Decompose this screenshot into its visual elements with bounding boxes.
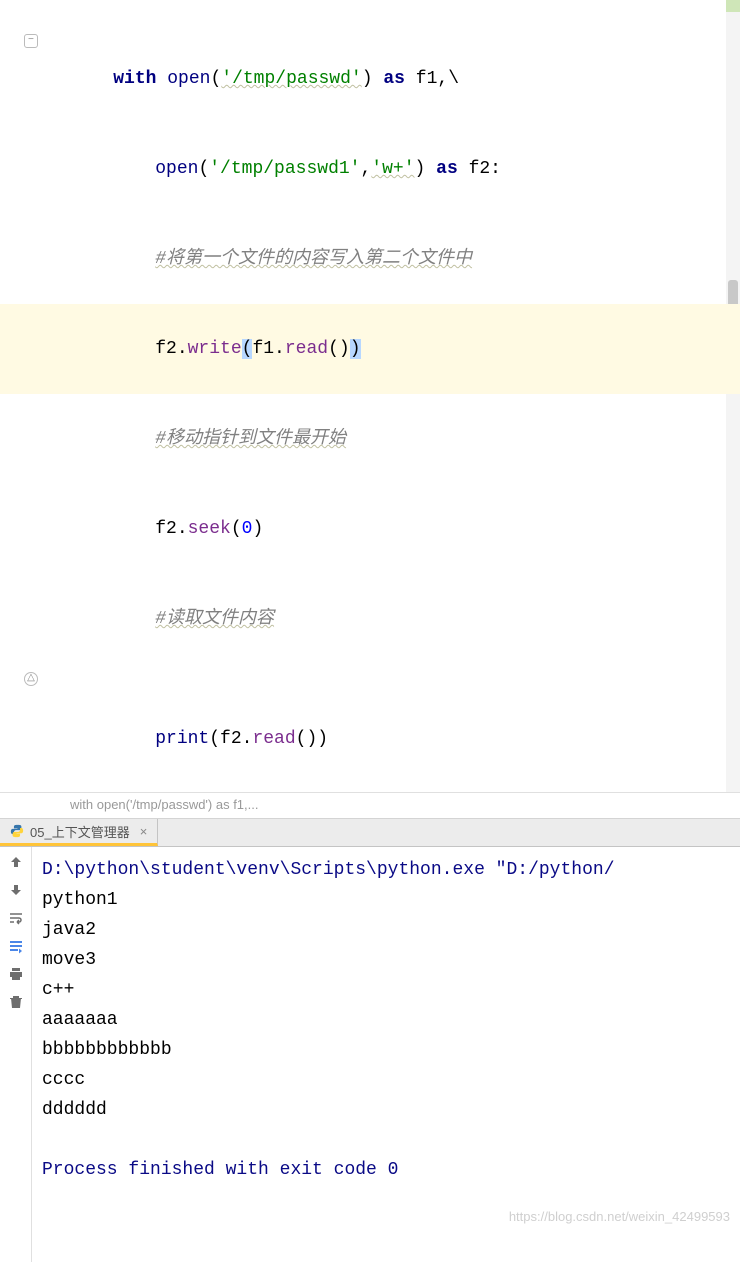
wrap-toggle-icon[interactable] [7, 909, 25, 927]
console-line: cccc [42, 1065, 730, 1095]
code-line-6[interactable]: f2.seek(0) [0, 484, 740, 574]
console-tab[interactable]: 05_上下文管理器 × [0, 819, 158, 846]
string-literal: '/tmp/passwd' [221, 69, 361, 89]
exit-message: Process finished with exit code 0 [42, 1155, 730, 1185]
code-line-3[interactable]: #将第一个文件的内容写入第二个文件中 [0, 214, 740, 304]
console-line: move3 [42, 945, 730, 975]
code-line-5[interactable]: #移动指针到文件最开始 [0, 394, 740, 484]
print-icon[interactable] [7, 965, 25, 983]
comment: #读取文件内容 [155, 609, 274, 629]
paren-highlight: ) [350, 339, 361, 359]
watermark: https://blog.csdn.net/weixin_42499593 [509, 1202, 730, 1232]
tab-label: 05_上下文管理器 [30, 822, 130, 841]
code-line-4-highlighted[interactable]: f2.write(f1.read()) [0, 304, 740, 394]
builtin-open: open [155, 159, 198, 179]
console-line: aaaaaaa [42, 1005, 730, 1035]
arrow-up-icon[interactable] [7, 853, 25, 871]
method-read: read [252, 729, 295, 749]
comment: #移动指针到文件最开始 [155, 429, 346, 449]
builtin-print: print [155, 729, 209, 749]
string-literal: 'w+' [371, 159, 414, 179]
code-editor[interactable]: − with open('/tmp/passwd') as f1,\ open(… [0, 0, 740, 793]
comment: #将第一个文件的内容写入第二个文件中 [155, 249, 472, 269]
fold-end-icon[interactable]: △ [24, 672, 38, 686]
console-line: c++ [42, 975, 730, 1005]
console-tab-bar: 05_上下文管理器 × [0, 819, 740, 847]
console-line: dddddd [42, 1095, 730, 1125]
close-icon[interactable]: × [140, 824, 148, 839]
code-line-8[interactable]: △ print(f2.read()) [0, 664, 740, 784]
string-literal: '/tmp/passwd1' [209, 159, 360, 179]
paren-highlight: ( [242, 339, 253, 359]
code-line-7[interactable]: #读取文件内容 [0, 574, 740, 664]
code-line-2[interactable]: open('/tmp/passwd1','w+') as f2: [0, 124, 740, 214]
arrow-down-icon[interactable] [7, 881, 25, 899]
keyword-as: as [436, 159, 458, 179]
keyword-with: with [113, 69, 156, 89]
console-toolbar [0, 847, 32, 1262]
console-panel: D:\python\student\venv\Scripts\python.ex… [0, 847, 740, 1262]
code-line-1[interactable]: − with open('/tmp/passwd') as f1,\ [0, 4, 740, 124]
trash-icon[interactable] [7, 993, 25, 1011]
method-seek: seek [188, 519, 231, 539]
method-read: read [285, 339, 328, 359]
console-line: python1 [42, 885, 730, 915]
console-line: bbbbbbbbbbbb [42, 1035, 730, 1065]
number-literal: 0 [242, 519, 253, 539]
python-icon [10, 824, 24, 838]
builtin-open: open [167, 69, 210, 89]
console-output[interactable]: D:\python\student\venv\Scripts\python.ex… [32, 847, 740, 1262]
keyword-as: as [383, 69, 405, 89]
console-line: java2 [42, 915, 730, 945]
method-write: write [188, 339, 242, 359]
console-command: D:\python\student\venv\Scripts\python.ex… [42, 855, 730, 885]
breadcrumb[interactable]: with open('/tmp/passwd') as f1,... [0, 793, 740, 819]
scroll-to-end-icon[interactable] [7, 937, 25, 955]
fold-icon[interactable]: − [24, 34, 38, 48]
